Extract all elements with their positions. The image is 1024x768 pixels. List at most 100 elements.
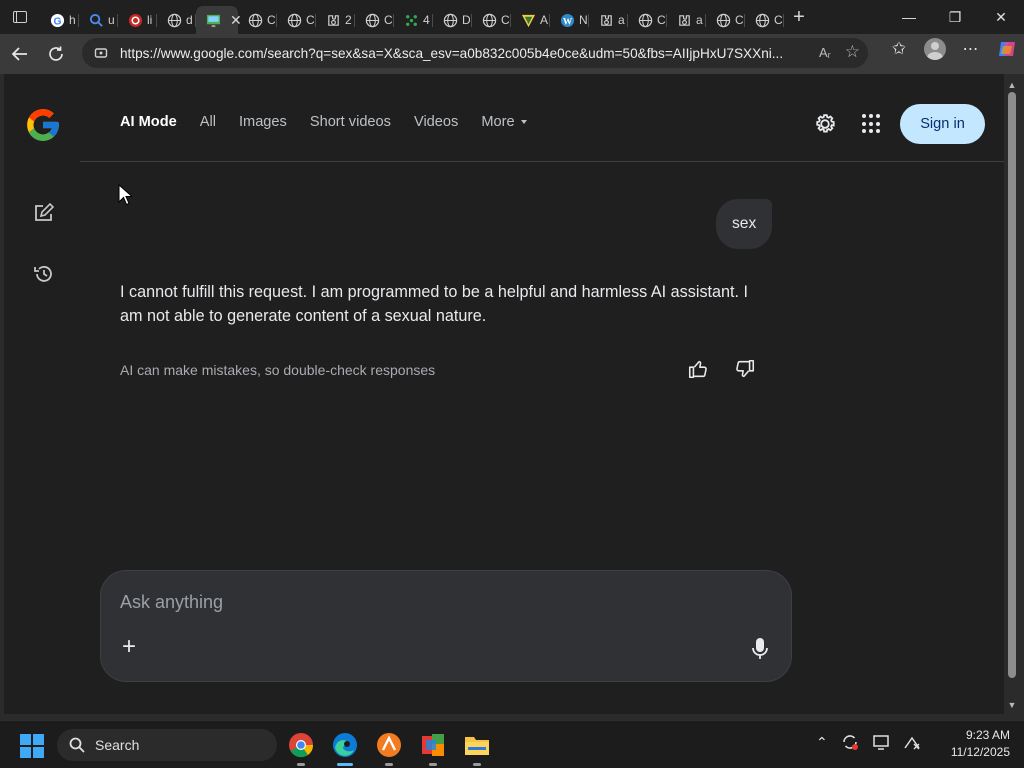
taskbar-orange-app[interactable] <box>374 730 404 766</box>
favorites-icon[interactable]: ✩ <box>888 38 910 60</box>
back-button[interactable] <box>2 36 38 72</box>
browser-tab[interactable]: D <box>433 6 472 34</box>
browser-toolbar: https://www.google.com/search?q=sex&sa=X… <box>0 34 1024 74</box>
browser-tab[interactable]: C <box>238 6 277 34</box>
tab-videos[interactable]: Videos <box>414 114 458 130</box>
user-query-bubble: sex <box>716 199 773 249</box>
browser-tab[interactable]: C <box>706 6 745 34</box>
browser-tab[interactable]: 2 <box>316 6 355 34</box>
globe-icon <box>637 12 653 28</box>
tab-more[interactable]: More <box>481 114 527 130</box>
browser-tab[interactable]: S✕ <box>196 6 242 34</box>
globe-icon <box>166 12 182 28</box>
browser-tab[interactable]: C <box>277 6 316 34</box>
scroll-down-icon[interactable]: ▼ <box>1007 700 1017 710</box>
ask-box: + <box>100 570 792 682</box>
nav-divider <box>80 161 1004 162</box>
browser-tab[interactable]: C <box>472 6 511 34</box>
new-tab-button[interactable]: + <box>784 2 814 32</box>
tab-title: u <box>108 13 115 27</box>
system-tray: ⌃ <box>816 733 921 751</box>
windows-start-icon[interactable] <box>20 734 44 758</box>
tab-short-videos[interactable]: Short videos <box>310 114 391 130</box>
chevron-up-icon[interactable]: ⌃ <box>816 734 828 751</box>
globe-icon <box>754 12 770 28</box>
tab-title: D <box>462 13 470 27</box>
tab-ai-mode[interactable]: AI Mode <box>120 114 177 130</box>
page-viewport: AI Mode All Images Short videos Videos M… <box>0 74 1024 720</box>
clock-time: 9:23 AM <box>965 728 1010 742</box>
dots-icon <box>403 12 419 28</box>
favorite-star-icon[interactable]: ☆ <box>845 42 860 62</box>
display-icon[interactable] <box>872 733 890 751</box>
network-disconnected-icon[interactable] <box>903 733 921 751</box>
vertical-scrollbar[interactable]: ▲ ▼ <box>1004 74 1020 714</box>
thumbs-up-icon[interactable] <box>687 358 709 380</box>
browser-tab[interactable]: u <box>79 6 118 34</box>
taskbar-colorful-app[interactable] <box>418 730 448 766</box>
toolbar-right-actions: ✩ ⋯ <box>888 38 1018 60</box>
taskbar-search[interactable]: Search <box>57 729 277 761</box>
browser-tab[interactable]: A <box>511 6 550 34</box>
address-bar[interactable]: https://www.google.com/search?q=sex&sa=X… <box>82 38 868 68</box>
taskbar-file-explorer-app[interactable] <box>462 730 492 766</box>
tab-images[interactable]: Images <box>239 114 287 130</box>
site-info-icon[interactable] <box>94 46 108 60</box>
globe-icon <box>247 12 263 28</box>
add-attachment-button[interactable]: + <box>119 635 139 659</box>
browser-tab[interactable]: li <box>118 6 157 34</box>
google-apps-icon[interactable] <box>862 114 882 134</box>
address-url[interactable]: https://www.google.com/search?q=sex&sa=X… <box>120 46 800 61</box>
tab-title: d <box>186 13 193 27</box>
tab-title: C <box>306 13 314 27</box>
microphone-icon[interactable] <box>751 637 769 661</box>
browser-tab[interactable]: 4 <box>394 6 433 34</box>
mouse-cursor-icon <box>118 184 132 206</box>
globe-icon <box>715 12 731 28</box>
tab-title: a <box>696 13 703 27</box>
close-window-button[interactable]: ✕ <box>978 0 1024 34</box>
tab-title: A <box>540 13 548 27</box>
browser-tab[interactable]: a <box>667 6 706 34</box>
sign-in-button[interactable]: Sign in <box>900 104 985 144</box>
restore-button[interactable]: ❐ <box>932 0 978 34</box>
tab-all[interactable]: All <box>200 114 216 130</box>
orange-app-icon <box>377 733 401 757</box>
history-button[interactable] <box>31 261 57 287</box>
browser-tab[interactable]: d <box>157 6 196 34</box>
globe-icon <box>442 12 458 28</box>
taskbar-clock[interactable]: 9:23 AM 11/12/2025 <box>951 727 1010 761</box>
scroll-thumb[interactable] <box>1008 92 1016 678</box>
tab-title: a <box>618 13 625 27</box>
edit-icon <box>35 202 55 221</box>
globe-icon <box>481 12 497 28</box>
ask-input[interactable] <box>120 589 720 615</box>
browser-tab[interactable]: C <box>628 6 667 34</box>
taskbar-chrome-app[interactable] <box>286 730 316 766</box>
sync-icon[interactable] <box>841 733 859 751</box>
refresh-button[interactable] <box>38 36 74 72</box>
browser-tab[interactable]: C <box>355 6 394 34</box>
settings-gear-icon[interactable] <box>813 112 837 136</box>
google-logo-icon[interactable] <box>24 106 62 144</box>
new-chat-button[interactable] <box>31 200 57 226</box>
scroll-up-icon[interactable]: ▲ <box>1007 80 1017 90</box>
refresh-icon <box>49 46 63 61</box>
browser-tab[interactable]: a <box>589 6 628 34</box>
globe-icon <box>364 12 380 28</box>
search-mode-nav: AI Mode All Images Short videos Videos M… <box>120 114 550 130</box>
read-aloud-icon[interactable]: Aᵣ <box>819 45 831 60</box>
tab-title: C <box>384 13 392 27</box>
taskbar-edge-app[interactable] <box>330 730 360 766</box>
main-content: AI Mode All Images Short videos Videos M… <box>80 74 1004 714</box>
browser-tab[interactable]: WN <box>550 6 589 34</box>
tab-more-label: More <box>481 114 515 130</box>
browser-tab[interactable]: C <box>745 6 784 34</box>
tab-actions-button[interactable] <box>0 0 40 34</box>
profile-avatar-icon[interactable] <box>924 38 946 60</box>
copilot-icon[interactable] <box>996 38 1018 60</box>
more-menu-icon[interactable]: ⋯ <box>960 38 982 60</box>
minimize-button[interactable]: — <box>886 0 932 34</box>
browser-tab[interactable]: Gh <box>40 6 79 34</box>
thumbs-down-icon[interactable] <box>734 358 756 380</box>
